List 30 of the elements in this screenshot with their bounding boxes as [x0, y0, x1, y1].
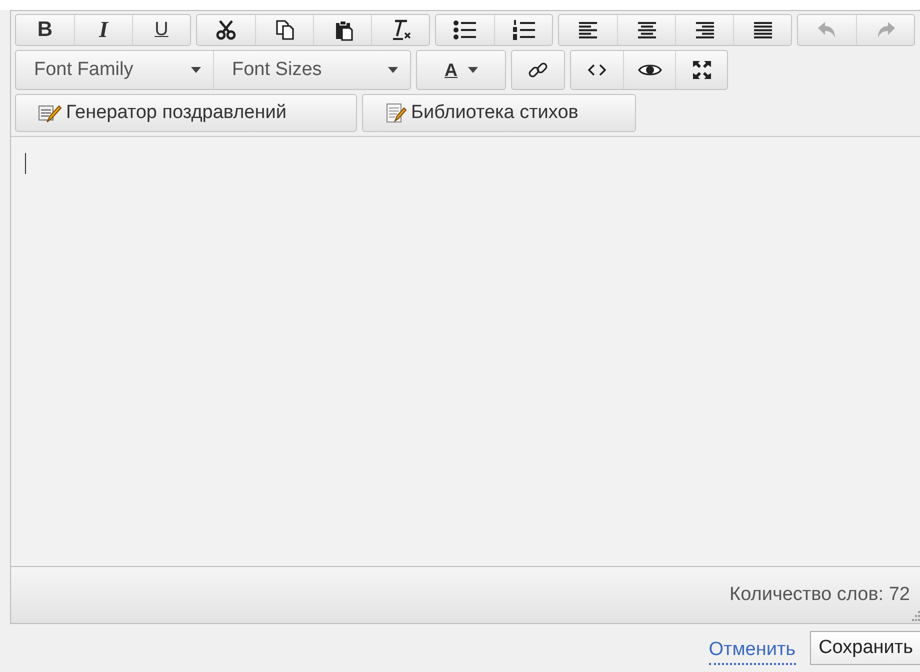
italic-button[interactable]: I [74, 15, 132, 45]
caret-icon [388, 67, 398, 73]
cancel-link[interactable]: Отменить [708, 639, 796, 665]
align-right-icon [694, 21, 714, 39]
resize-grip-icon[interactable] [910, 611, 920, 621]
text-cursor [25, 153, 26, 174]
font-dropdown[interactable]: Font Sizes [213, 51, 410, 89]
word-count: Количество слов: 72 [730, 584, 910, 606]
caret-icon [468, 67, 478, 73]
numbered-list-icon [512, 19, 536, 41]
toolbar-button[interactable]: Генератор поздравлений [16, 95, 356, 131]
redo-icon [876, 21, 896, 39]
bold-button[interactable]: B [16, 15, 74, 45]
toolbar-button[interactable]: Библиотека стихов [363, 95, 635, 131]
text-color-button[interactable]: A [417, 51, 505, 89]
save-button[interactable]: Сохранить [810, 631, 920, 665]
scissors-icon [215, 19, 237, 41]
align-left-icon [578, 21, 598, 39]
justify-icon [752, 21, 772, 39]
font-dropdown[interactable]: Font Family [16, 51, 213, 89]
caret-icon [191, 67, 201, 73]
copy-icon [274, 19, 296, 41]
bullet-list-icon [453, 19, 477, 41]
align-center-icon [636, 21, 656, 39]
undo-icon [817, 21, 837, 39]
eye-icon [638, 62, 662, 78]
underline-button[interactable]: U [132, 15, 190, 45]
code-brackets-icon [588, 63, 606, 77]
notepad-icon [385, 102, 407, 124]
fullscreen-icon [692, 60, 712, 80]
